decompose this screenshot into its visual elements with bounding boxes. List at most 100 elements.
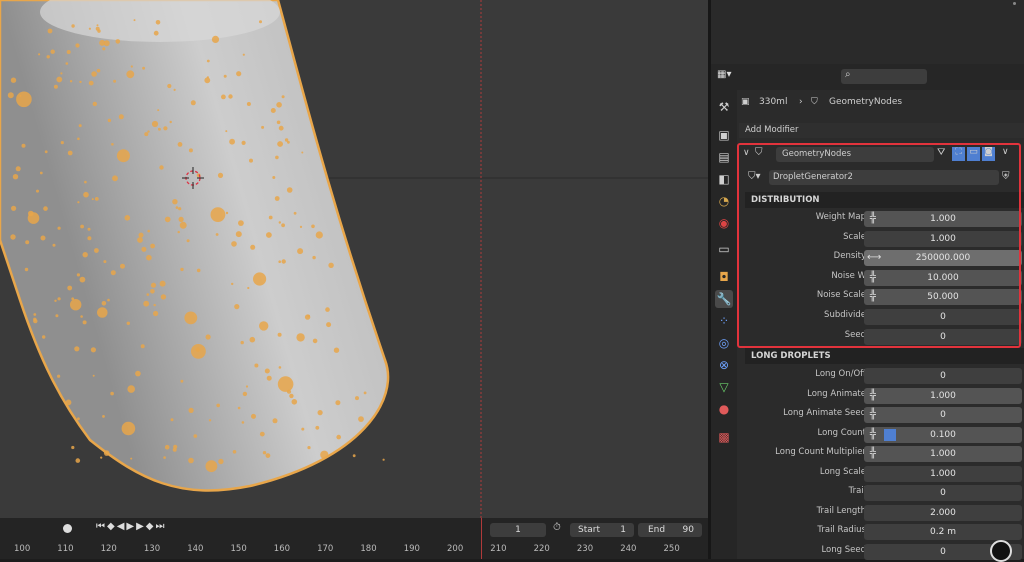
property-value-field[interactable]: 2.000 [864,504,1022,521]
property-value-field[interactable]: ╬ 1.000 [864,211,1022,227]
jump-end-icon[interactable]: ⏭ [155,521,166,532]
property-value-field[interactable]: 0 [864,368,1022,384]
attribute-toggle-icon[interactable]: ╬ [867,291,879,303]
output-tab-icon[interactable]: ▤ [715,148,733,166]
start-frame-field[interactable]: Start 1 [570,523,634,537]
properties-search-field[interactable]: ⌕ [841,69,927,84]
property-value-field[interactable]: ╬ 1.000 [864,446,1022,462]
3d-viewport[interactable] [0,0,708,518]
droplet [33,317,37,321]
modifier-dropdown-icon[interactable]: ∨ [1002,147,1009,157]
render-tab-icon[interactable]: ▣ [715,126,733,144]
droplet [118,114,124,120]
droplet [205,334,211,340]
property-value-field[interactable]: 0 [864,309,1022,325]
property-value-field[interactable]: 0 [864,328,1022,345]
timeline-tick-label: 120 [100,544,117,554]
droplet [204,77,211,84]
view-layer-tab-icon[interactable]: ◧ [715,170,733,188]
droplet [155,20,161,25]
can-object[interactable] [0,0,390,492]
prev-keyframe-icon[interactable]: ◆◀ [107,521,126,532]
scene-tab-icon[interactable]: ◔ [715,192,733,210]
property-value-field[interactable]: 0 [864,485,1022,501]
droplet [115,39,121,44]
object-tab-icon[interactable]: ◘ [715,268,733,286]
property-row: Long Seed 0 [737,543,1024,561]
droplet [259,431,265,437]
property-value-field[interactable]: 1.000 [864,465,1022,482]
texture-tab-icon[interactable]: ▩ [715,428,733,446]
modifier-header: ∨ ⛉ GeometryNodes ⛛ ⛶ ▭ ◙ ∨ [740,146,1024,164]
play-icon[interactable]: ▶ [126,521,136,532]
droplet [78,124,82,128]
material-tab-icon[interactable]: ● [715,400,733,418]
droplet [188,148,193,153]
fake-user-shield-icon[interactable]: ⛨ [1002,171,1010,182]
add-modifier-button[interactable]: Add Modifier [739,123,1024,138]
property-value-field[interactable]: ╬ 10.000 [864,269,1022,286]
attribute-toggle-icon[interactable]: ╬ [867,272,879,284]
attribute-toggle-icon[interactable]: ╬ [867,429,879,441]
droplet [42,335,46,339]
droplet [77,137,80,141]
droplet [87,236,92,241]
attribute-toggle-icon[interactable]: ╬ [867,213,879,225]
droplet [245,385,249,388]
viewport-toggle-icon[interactable]: ▭ [967,147,980,161]
world-tab-icon[interactable]: ◉ [715,214,733,232]
property-row: Scale 1.000 [737,230,1024,248]
physics-tab-icon[interactable]: ◎ [715,334,733,352]
property-value-field[interactable]: ╬ 0 [864,407,1022,423]
droplet [193,434,198,438]
tool-tab-icon[interactable]: ⚒ [715,98,733,116]
constraints-tab-icon[interactable]: ⊗ [715,356,733,374]
data-tab-icon[interactable]: ▽ [715,378,733,396]
modifier-tab-icon[interactable]: 🔧 [715,290,733,308]
section-distribution[interactable]: DISTRIBUTION [745,192,1024,208]
collection-tab-icon[interactable]: ▭ [715,240,733,258]
property-value-field[interactable]: ╬ 50.000 [864,289,1022,306]
property-value-field[interactable]: ╬ 0.100 [864,426,1022,443]
record-button[interactable] [63,524,72,533]
property-value: 1.000 [930,233,956,244]
attribute-toggle-icon[interactable]: ╬ [867,390,879,402]
viewport-scene [0,0,708,518]
droplet [163,126,168,131]
droplet [169,120,172,124]
droplet [281,95,285,99]
editor-type-button[interactable]: ▦▾ [717,69,739,85]
collapse-chevron-icon[interactable]: ∨ [743,148,750,158]
edit-mode-toggle-icon[interactable]: ⛛ [937,147,945,158]
timeline-tick-label: 220 [533,544,550,554]
stopwatch-icon[interactable]: ⏱ [553,522,561,533]
droplet [276,120,281,125]
droplet [278,366,282,369]
section-long-droplets-title: LONG DROPLETS [751,351,831,361]
attribute-toggle-icon[interactable]: ╬ [867,409,879,421]
modifier-icon: ⛉ [811,97,818,107]
section-long-droplets[interactable]: LONG DROPLETS [745,348,1024,364]
droplet [266,375,272,381]
render-toggle-icon[interactable]: ◙ [982,147,995,161]
particles-tab-icon[interactable]: ⁘ [715,312,733,330]
attribute-toggle-icon[interactable]: ╬ [867,448,879,460]
property-value-field[interactable]: 0.2 m [864,524,1022,540]
current-frame-field[interactable]: 1 [490,523,546,537]
property-value: 250000.000 [915,253,971,264]
modifier-name-field[interactable]: GeometryNodes [776,147,934,162]
on-cage-toggle-icon[interactable]: ⛶ [952,147,965,161]
droplet [10,234,16,240]
end-frame-field[interactable]: End 90 [638,523,702,537]
droplet [335,400,341,406]
property-row: Long Count Multiplier ╬ 1.000 [737,445,1024,463]
droplet [325,307,330,312]
next-keyframe-icon[interactable]: ▶◆ [136,521,155,532]
property-value-field[interactable]: ⟷ 250000.000 [864,250,1022,267]
property-row: Long Animate Seed ╬ 0 [737,406,1024,424]
property-value-field[interactable]: 1.000 [864,230,1022,247]
node-group-field[interactable]: DropletGenerator2 [769,170,999,185]
node-tree-icon[interactable]: ⛉▾ [748,171,761,182]
property-value-field[interactable]: ╬ 1.000 [864,387,1022,404]
jump-start-icon[interactable]: ⏮ [96,521,107,532]
